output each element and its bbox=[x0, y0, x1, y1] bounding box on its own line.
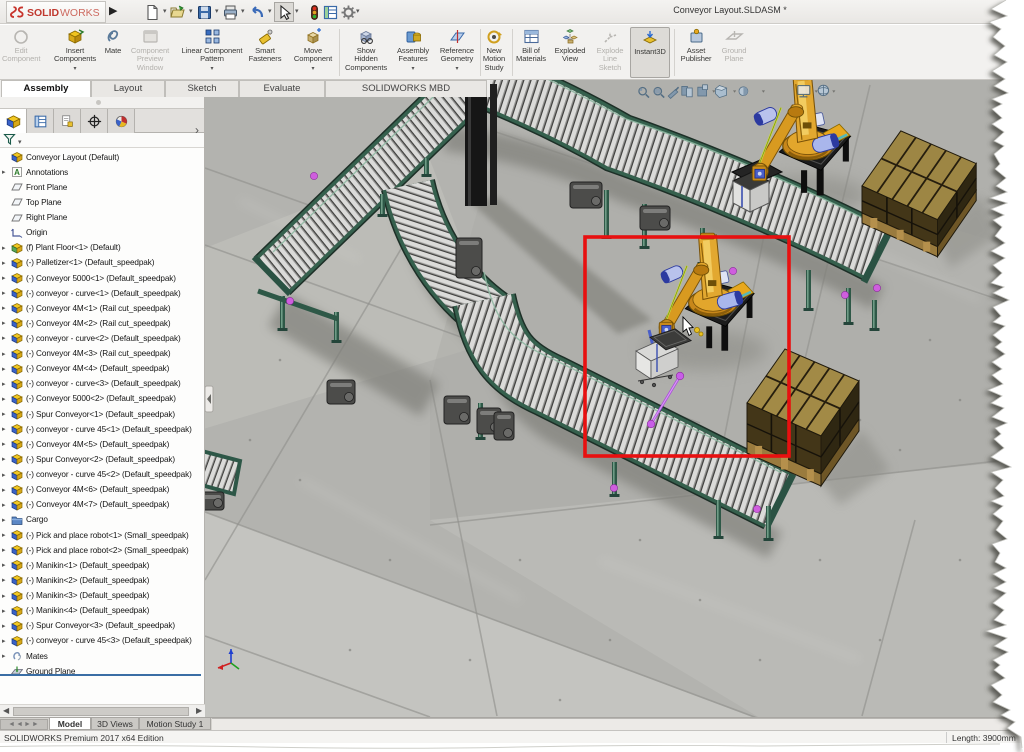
svg-text:SOLID: SOLID bbox=[27, 7, 60, 19]
svg-text:WORKS: WORKS bbox=[60, 7, 100, 19]
